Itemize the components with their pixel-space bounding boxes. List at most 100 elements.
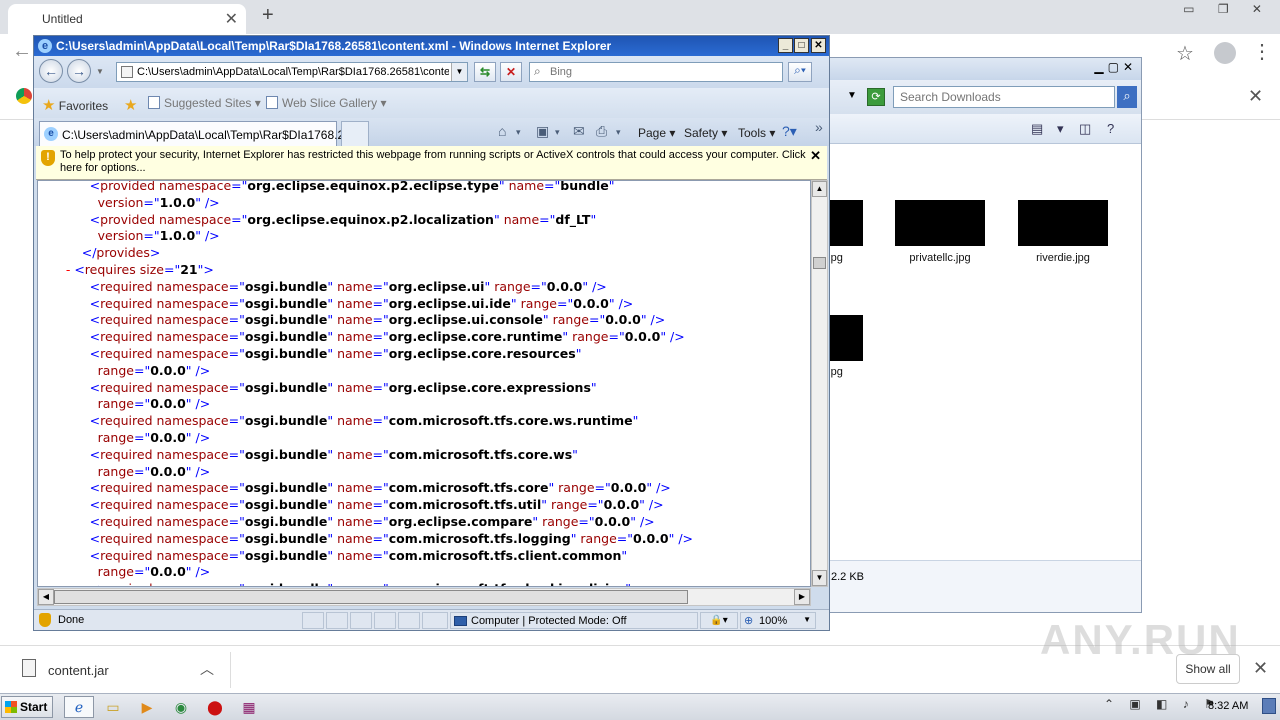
security-infobar[interactable]: ! To help protect your security, Interne… bbox=[36, 146, 827, 180]
suggested-sites-link[interactable]: Suggested Sites ▾ bbox=[148, 96, 261, 110]
maximize-button[interactable]: □ bbox=[794, 38, 809, 53]
scroll-up-arrow-icon[interactable]: ▲ bbox=[812, 181, 827, 197]
tab-content-xml[interactable]: e C:\Users\admin\AppData\Local\Temp\Rar$… bbox=[39, 121, 354, 146]
explorer-search-input[interactable] bbox=[893, 86, 1115, 108]
thumbnail-image[interactable] bbox=[1018, 200, 1108, 246]
xml-attr-value: com.microsoft.tfs.core bbox=[388, 480, 549, 496]
favorites-button[interactable]: ★ Favorites bbox=[42, 96, 108, 114]
close-button[interactable]: ✕ bbox=[811, 38, 826, 53]
chevron-down-icon[interactable]: ▾ bbox=[616, 127, 621, 138]
xml-attr-value: bundle bbox=[560, 180, 609, 193]
xml-tag: provides bbox=[96, 245, 150, 261]
xml-punct: /> bbox=[191, 362, 211, 378]
refresh-icon[interactable]: ⇆ bbox=[474, 62, 496, 82]
infobar-message[interactable]: To help protect your security, Internet … bbox=[60, 149, 810, 175]
chevron-down-icon[interactable]: ▼ bbox=[451, 63, 467, 81]
opera-icon[interactable]: ⬤ bbox=[200, 696, 230, 718]
horizontal-scrollbar[interactable]: ◀ ▶ bbox=[37, 588, 811, 606]
system-tray[interactable]: ⌃ ▣ ◧ ♪ ⚑ bbox=[1104, 697, 1221, 711]
close-icon[interactable]: ✕ bbox=[810, 148, 821, 164]
protected-mode-icon[interactable]: 🔒▾ bbox=[700, 612, 738, 629]
scroll-down-arrow-icon[interactable]: ▼ bbox=[812, 570, 827, 586]
kebab-menu-icon[interactable]: ⋮ bbox=[1252, 39, 1272, 64]
new-tab-icon[interactable]: + bbox=[262, 4, 274, 27]
chrome-tab[interactable]: Untitled ✕ bbox=[8, 4, 246, 34]
chevron-down-icon[interactable]: ▼ bbox=[847, 90, 857, 101]
start-button[interactable]: Start bbox=[1, 696, 53, 718]
show-desktop-button[interactable] bbox=[1262, 698, 1276, 714]
help-icon[interactable]: ? bbox=[1107, 121, 1114, 136]
forward-icon[interactable]: → bbox=[67, 59, 91, 83]
back-arrow-icon[interactable]: ← bbox=[12, 40, 32, 63]
chevron-up-icon[interactable]: ︿ bbox=[200, 659, 214, 679]
avatar[interactable] bbox=[1214, 42, 1236, 64]
explorer-window-controls[interactable]: ▁▢✕ bbox=[1094, 60, 1137, 74]
zoom-control[interactable]: ⊕ 100% ▼ bbox=[740, 612, 816, 629]
scroll-thumb[interactable] bbox=[54, 590, 688, 604]
search-input[interactable] bbox=[550, 64, 776, 80]
feeds-icon[interactable]: ▣ bbox=[536, 123, 549, 140]
scroll-thumb[interactable] bbox=[813, 257, 826, 269]
chevron-down-icon[interactable]: ▾ bbox=[555, 127, 560, 138]
chevron-right-icon[interactable]: » bbox=[815, 119, 823, 135]
thumbnail-image[interactable] bbox=[895, 200, 985, 246]
scroll-right-arrow-icon[interactable]: ▶ bbox=[794, 589, 810, 605]
back-icon[interactable]: ← bbox=[39, 59, 63, 83]
address-bar[interactable]: ▼ bbox=[116, 62, 468, 82]
xml-punct: " bbox=[541, 497, 547, 513]
chevron-down-icon[interactable]: ▼ bbox=[96, 67, 104, 76]
web-slice-gallery-link[interactable]: Web Slice Gallery ▾ bbox=[266, 96, 387, 110]
internet-explorer-icon[interactable]: ℯ bbox=[64, 696, 94, 718]
chrome-window-controls[interactable]: ▭ ❐ ✕ bbox=[1183, 2, 1272, 16]
close-icon[interactable]: ✕ bbox=[1253, 658, 1268, 679]
vertical-scrollbar[interactable]: ▲ ▼ bbox=[811, 180, 828, 587]
close-icon[interactable]: ✕ bbox=[1248, 86, 1263, 107]
ie-titlebar: e C:\Users\admin\AppData\Local\Temp\Rar$… bbox=[34, 36, 829, 56]
scroll-left-arrow-icon[interactable]: ◀ bbox=[38, 589, 54, 605]
preview-pane-icon[interactable]: ◫ bbox=[1079, 121, 1091, 137]
clock[interactable]: 8:32 AM bbox=[1208, 700, 1248, 712]
xml-line: - <requires size="21"> bbox=[38, 262, 693, 279]
xml-punct: =" bbox=[530, 278, 547, 294]
search-icon[interactable]: ⌕ bbox=[1117, 86, 1137, 108]
chevron-down-icon[interactable]: ▾ bbox=[1057, 121, 1064, 137]
thumbnail-image[interactable] bbox=[827, 200, 863, 246]
media-player-icon[interactable]: ▶ bbox=[132, 696, 162, 718]
chevron-down-icon[interactable]: ▾ bbox=[516, 127, 521, 138]
address-input[interactable] bbox=[137, 64, 449, 80]
refresh-icon[interactable]: ⟳ bbox=[867, 88, 885, 106]
search-box[interactable]: ⌕ bbox=[529, 62, 783, 82]
web-slice-gallery-label: Web Slice Gallery bbox=[282, 96, 378, 110]
tools-menu[interactable]: Tools ▾ bbox=[738, 126, 775, 140]
thumbnail-image[interactable] bbox=[827, 315, 863, 361]
stop-icon[interactable]: ✕ bbox=[500, 62, 522, 82]
view-icon[interactable]: ▤ bbox=[1031, 121, 1043, 137]
xml-attr-value: org.eclipse.compare bbox=[388, 513, 533, 529]
xml-tag: required bbox=[100, 513, 153, 529]
folder-icon[interactable]: ▭ bbox=[98, 696, 128, 718]
minimize-button[interactable]: _ bbox=[778, 38, 793, 53]
xml-attr-name: name bbox=[508, 180, 545, 193]
xml-punct: " bbox=[575, 345, 582, 361]
chrome-icon[interactable]: ◉ bbox=[166, 696, 196, 718]
new-tab-button[interactable] bbox=[341, 121, 369, 146]
add-favorite-icon[interactable]: ★ bbox=[124, 96, 137, 114]
xml-punct: < bbox=[89, 530, 101, 546]
download-file-name[interactable]: content.jar bbox=[48, 663, 109, 678]
safety-menu[interactable]: Safety ▾ bbox=[684, 126, 727, 140]
xml-attr-name: range bbox=[552, 312, 589, 328]
xml-punct: " bbox=[562, 329, 569, 345]
close-icon[interactable]: ✕ bbox=[225, 9, 238, 29]
search-icon[interactable]: ⌕▾ bbox=[788, 62, 812, 82]
xml-punct: =" bbox=[228, 329, 245, 345]
help-icon[interactable]: ?▾ bbox=[782, 123, 797, 140]
chevron-down-icon[interactable]: ▼ bbox=[803, 615, 811, 624]
security-zone[interactable]: Computer | Protected Mode: Off bbox=[450, 612, 698, 629]
winrar-icon[interactable]: ▦ bbox=[234, 696, 264, 718]
print-icon[interactable]: ⎙ bbox=[596, 123, 607, 140]
xml-document-view[interactable]: <provided namespace="org.eclipse.equinox… bbox=[37, 180, 811, 587]
mail-icon[interactable]: ✉ bbox=[573, 123, 585, 140]
home-icon[interactable]: ⌂ bbox=[498, 123, 506, 139]
bookmark-star-icon[interactable]: ☆ bbox=[1176, 41, 1194, 66]
page-menu[interactable]: Page ▾ bbox=[638, 126, 675, 140]
